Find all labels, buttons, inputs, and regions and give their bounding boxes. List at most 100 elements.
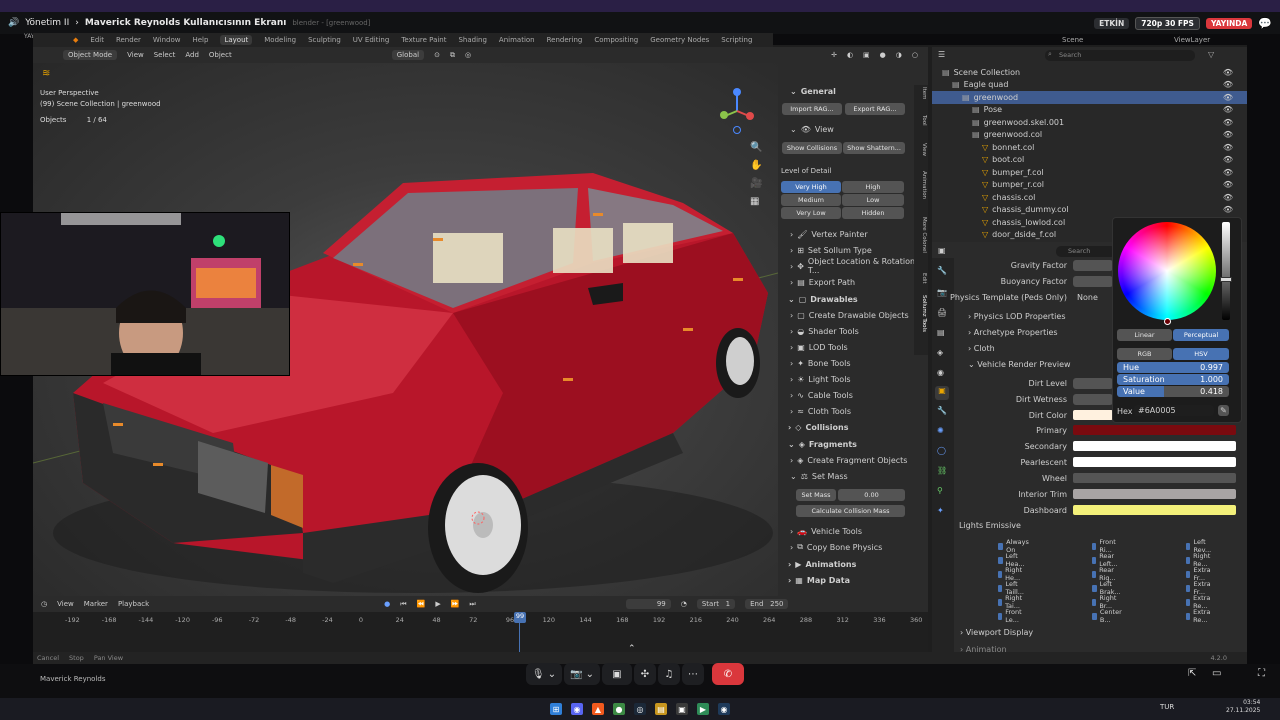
tab-compositing[interactable]: Compositing xyxy=(594,36,638,44)
lod-high-button[interactable]: High xyxy=(842,181,904,193)
outliner-row[interactable]: ▤ greenwood.col 👁 xyxy=(932,129,1247,142)
clock-icon[interactable]: ◷ xyxy=(41,600,47,608)
hsv-button[interactable]: HSV xyxy=(1173,348,1229,360)
value-slider-handle[interactable] xyxy=(1220,277,1232,282)
paint-color-swatch[interactable] xyxy=(1073,457,1236,467)
paint-color-swatch[interactable] xyxy=(1073,505,1236,515)
lod-hidden-button[interactable]: Hidden xyxy=(842,207,904,219)
rgb-button[interactable]: RGB xyxy=(1117,348,1172,360)
windows-start-icon[interactable]: ⊞ xyxy=(550,703,562,715)
tab-tool[interactable]: Tool xyxy=(915,115,927,126)
terminal-app-icon[interactable]: ▶ xyxy=(697,703,709,715)
bone-tools-row[interactable]: › ✦ Bone Tools xyxy=(778,356,918,370)
scene-label[interactable]: Scene xyxy=(1062,36,1083,44)
current-frame-field[interactable]: 99 xyxy=(625,599,671,609)
set-sollum-type-row[interactable]: › ⊞ Set Sollum Type xyxy=(778,243,918,257)
visibility-eye-icon[interactable]: 👁 xyxy=(1223,193,1233,202)
outliner-row[interactable]: ▤ Scene Collection 👁 xyxy=(932,66,1247,79)
shading-material-icon[interactable]: ◑ xyxy=(896,51,902,59)
mass-value-field[interactable]: 0.00 xyxy=(838,489,905,501)
lod-very-low-button[interactable]: Very Low xyxy=(781,207,841,219)
viewlayer-label[interactable]: ViewLayer xyxy=(1174,36,1210,44)
section-view[interactable]: ⌄ 👁 View xyxy=(778,122,918,136)
jump-end-icon[interactable]: ⏭ xyxy=(469,600,475,609)
camera-toggle-button[interactable]: 📷 ⌄ xyxy=(564,663,600,685)
visibility-eye-icon[interactable]: 👁 xyxy=(1223,80,1233,89)
section-fragments[interactable]: ⌄ ◈ Fragments xyxy=(776,437,916,451)
visibility-eye-icon[interactable]: 👁 xyxy=(1223,118,1233,127)
saturation-slider[interactable]: Saturation 1.000 xyxy=(1117,374,1229,385)
timeline-menu-playback[interactable]: Playback xyxy=(118,600,149,608)
grid-view-icon[interactable]: ▦ xyxy=(750,196,759,207)
tab-modeling[interactable]: Modeling xyxy=(264,36,296,44)
outliner-row[interactable]: ▽ boot.col 👁 xyxy=(932,154,1247,167)
visibility-eye-icon[interactable]: 👁 xyxy=(1223,130,1233,139)
hex-input[interactable]: #6A0005 xyxy=(1134,405,1214,416)
collapse-icon[interactable]: ⌃ xyxy=(628,644,636,654)
shader-tools-row[interactable]: › ◒ Shader Tools xyxy=(778,324,918,338)
paint-color-swatch[interactable] xyxy=(1073,425,1236,435)
filter-icon[interactable]: ▽ xyxy=(1208,50,1214,59)
visibility-eye-icon[interactable]: 👁 xyxy=(1223,143,1233,152)
tab-view[interactable]: View xyxy=(915,143,927,156)
section-general[interactable]: ⌄ General xyxy=(778,84,918,98)
archetype-section[interactable]: › Archetype Properties xyxy=(968,328,1058,337)
overlay-icon[interactable]: ◐ xyxy=(847,51,853,59)
jump-start-icon[interactable]: ⏮ xyxy=(400,600,406,609)
file-explorer-icon[interactable]: ▤ xyxy=(655,703,667,715)
chat-icon[interactable]: 💬 xyxy=(1258,17,1272,30)
tab-sollumz-tools[interactable]: Sollumz Tools xyxy=(915,295,927,332)
tab-animation-side[interactable]: Animation xyxy=(915,171,927,199)
discord-app-icon[interactable]: ◉ xyxy=(571,703,583,715)
viewport-display-section[interactable]: › Viewport Display xyxy=(960,628,1033,637)
visibility-eye-icon[interactable]: 👁 xyxy=(1223,68,1233,77)
hue-slider[interactable]: Hue 0.997 xyxy=(1117,362,1229,373)
light-checkbox[interactable]: Extra Re... xyxy=(1186,608,1213,624)
outliner-row[interactable]: ▽ bumper_r.col 👁 xyxy=(932,179,1247,192)
tab-rendering[interactable]: Rendering xyxy=(547,36,583,44)
tab-uv-editing[interactable]: UV Editing xyxy=(353,36,390,44)
show-collisions-button[interactable]: Show Collisions xyxy=(782,142,842,154)
hand-pan-icon[interactable]: ✋ xyxy=(750,160,762,171)
section-drawables[interactable]: ⌄ ▢ Drawables xyxy=(776,292,916,306)
visibility-eye-icon[interactable]: 👁 xyxy=(1223,155,1233,164)
proportional-icon[interactable]: ◎ xyxy=(465,51,471,59)
value-field[interactable]: Value 0.418 xyxy=(1117,386,1229,397)
timeline-menu-view[interactable]: View xyxy=(57,600,74,608)
paint-color-swatch[interactable] xyxy=(1073,489,1236,499)
export-rag-button[interactable]: Export RAG... xyxy=(845,103,905,115)
buoyancy-factor-field[interactable] xyxy=(1073,276,1113,287)
value-slider[interactable] xyxy=(1222,222,1230,320)
visibility-eye-icon[interactable]: 👁 xyxy=(1223,168,1233,177)
snap-icon[interactable]: ⧉ xyxy=(450,51,455,60)
outliner-row[interactable]: ▽ chassis.col 👁 xyxy=(932,191,1247,204)
lod-low-button[interactable]: Low xyxy=(842,194,904,206)
show-shattermaps-button[interactable]: Show Shattern... xyxy=(843,142,905,154)
color-wheel-cursor[interactable] xyxy=(1164,318,1171,325)
tab-layout[interactable]: Layout xyxy=(220,35,253,45)
cloth-tools-row[interactable]: › ≈ Cloth Tools xyxy=(778,404,918,418)
section-animations[interactable]: › ▶ Animations xyxy=(776,557,916,571)
pip-icon[interactable]: ▭ xyxy=(1212,668,1221,679)
outliner-row[interactable]: ▤ greenwood 👁 xyxy=(932,91,1247,104)
tab-more-colonel[interactable]: More Colonel xyxy=(915,217,927,253)
screen-share-button[interactable]: ▣ xyxy=(602,663,632,685)
system-clock[interactable]: 03:54 27.11.2025 xyxy=(1226,699,1260,715)
playhead[interactable]: 99 xyxy=(514,612,526,623)
soundboard-button[interactable]: ♫ xyxy=(658,663,680,685)
mode-dropdown[interactable]: Object Mode xyxy=(63,50,118,60)
tab-animation[interactable]: Animation xyxy=(499,36,535,44)
navigation-gizmo[interactable] xyxy=(715,86,755,136)
prev-key-icon[interactable]: ⏪ xyxy=(417,600,426,608)
create-drawable-row[interactable]: › ▢ Create Drawable Objects xyxy=(778,308,918,322)
speaker-icon[interactable]: 🔊 xyxy=(8,18,19,28)
shading-render-icon[interactable]: ○ xyxy=(912,51,918,59)
menu-help[interactable]: Help xyxy=(192,36,208,44)
calculate-collision-mass-button[interactable]: Calculate Collision Mass xyxy=(796,505,905,517)
eyedropper-icon[interactable]: ✎ xyxy=(1218,405,1229,416)
play-icon[interactable]: ▶ xyxy=(435,600,440,608)
object-location-row[interactable]: › ✥ Object Location & Rotation T... xyxy=(778,257,918,275)
outliner-type-icon[interactable]: ☰ xyxy=(938,50,945,59)
end-frame-field[interactable]: End 250 xyxy=(745,599,789,609)
outliner-search-input[interactable]: Search xyxy=(1045,50,1195,61)
